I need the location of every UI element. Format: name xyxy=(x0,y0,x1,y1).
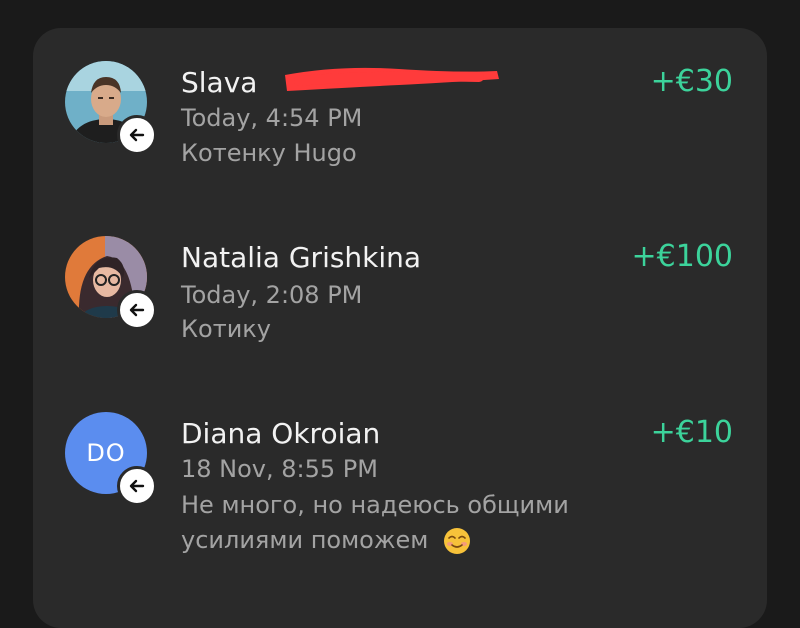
transaction-note: Котенку Hugo xyxy=(181,139,357,167)
sender-name: Diana Okroian xyxy=(181,417,381,450)
sender-name: Slava xyxy=(181,66,258,99)
smiling-face-emoji xyxy=(444,528,470,554)
transaction-time: Today, 4:54 PM xyxy=(181,104,363,132)
transactions-card: Slava +€30 Today, 4:54 PM Котенку Hugo N… xyxy=(33,28,767,628)
arrow-left-icon xyxy=(117,290,157,330)
arrow-left-icon xyxy=(117,466,157,506)
amount: +€100 xyxy=(631,239,733,274)
transaction-note-line-2: усилиями поможем xyxy=(181,523,472,557)
avatar[interactable] xyxy=(65,61,157,155)
sender-name: Natalia Grishkina xyxy=(181,241,422,274)
avatar[interactable] xyxy=(65,236,157,330)
avatar[interactable]: DO xyxy=(65,412,157,506)
amount: +€30 xyxy=(650,64,733,99)
redaction-mark xyxy=(285,67,499,91)
transaction-note: Котику xyxy=(181,315,271,343)
amount: +€10 xyxy=(650,415,733,450)
transaction-note-line-1: Не много, но надеюсь общими xyxy=(181,491,569,519)
transaction-time: 18 Nov, 8:55 PM xyxy=(181,455,378,483)
transaction-time: Today, 2:08 PM xyxy=(181,281,363,309)
transaction-note-text: усилиями поможем xyxy=(181,526,429,554)
arrow-left-icon xyxy=(117,115,157,155)
